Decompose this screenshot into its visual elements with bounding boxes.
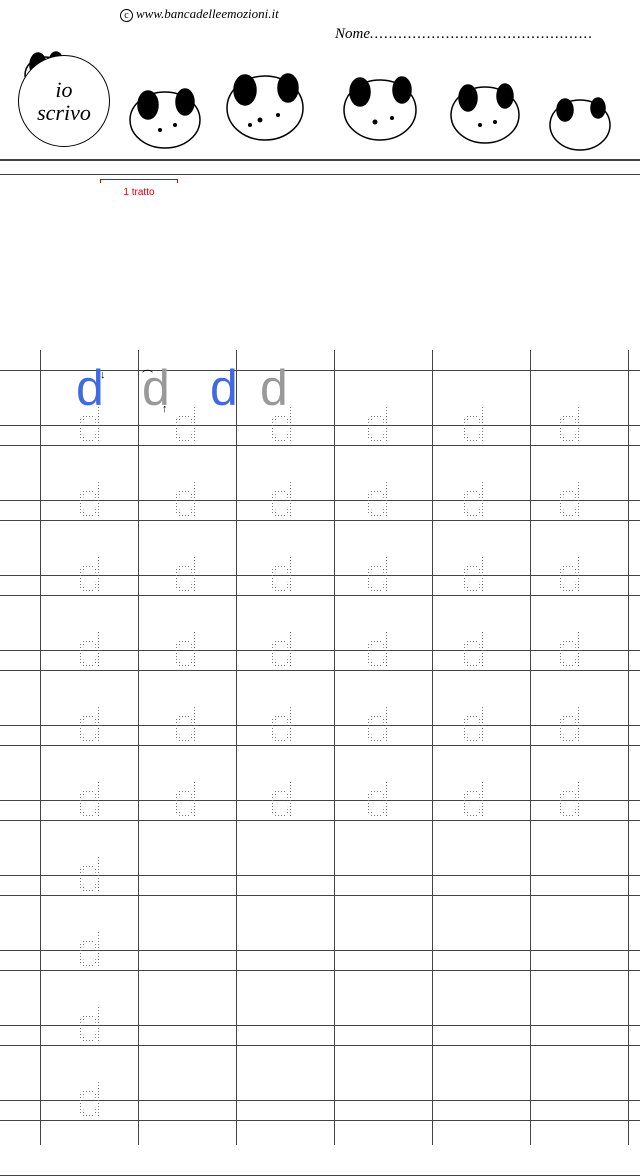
- letter-glyph: d: [76, 622, 104, 678]
- letter-glyph: d: [460, 472, 488, 528]
- practice-cell[interactable]: d: [268, 475, 296, 525]
- letter-glyph: d: [364, 397, 392, 453]
- grid-vline: [334, 350, 335, 1145]
- letter-glyph: d: [556, 472, 584, 528]
- practice-cell[interactable]: d: [172, 400, 200, 450]
- letter-glyph: d: [76, 1072, 104, 1128]
- grid-vline: [530, 350, 531, 1145]
- practice-cell[interactable]: d: [460, 625, 488, 675]
- practice-cell[interactable]: d: [364, 775, 392, 825]
- title-bubble: ioscrivo: [18, 55, 110, 147]
- letter-glyph: d: [556, 772, 584, 828]
- letter-glyph: d: [364, 772, 392, 828]
- letter-glyph: d: [172, 472, 200, 528]
- bubble-l1: io: [55, 77, 72, 102]
- practice-cell[interactable]: d: [460, 550, 488, 600]
- practice-cell[interactable]: d: [172, 700, 200, 750]
- letter-glyph: d: [364, 622, 392, 678]
- site-url: www.bancadelleemozioni.it: [136, 6, 279, 21]
- letter-glyph: d: [268, 697, 296, 753]
- grid-vline: [138, 350, 139, 1145]
- letter-glyph: d: [172, 772, 200, 828]
- letter-glyph: d: [76, 847, 104, 903]
- practice-cell[interactable]: d: [556, 700, 584, 750]
- letter-glyph: d: [364, 547, 392, 603]
- practice-cell[interactable]: d: [76, 1075, 104, 1125]
- practice-cell[interactable]: d: [76, 550, 104, 600]
- practice-cell[interactable]: d: [76, 925, 104, 975]
- letter-glyph: d: [556, 697, 584, 753]
- letter-glyph: d: [268, 772, 296, 828]
- letter-glyph: d: [460, 697, 488, 753]
- grid-vline: [236, 350, 237, 1145]
- practice-cell[interactable]: d: [76, 775, 104, 825]
- practice-cell[interactable]: d: [364, 400, 392, 450]
- stroke-label: 1 tratto: [100, 187, 178, 198]
- practice-cell[interactable]: d: [268, 625, 296, 675]
- letter-glyph: d: [76, 772, 104, 828]
- letter-glyph: d: [268, 622, 296, 678]
- practice-cell[interactable]: d: [76, 400, 104, 450]
- practice-cell[interactable]: d: [76, 1000, 104, 1050]
- letter-glyph: d: [76, 697, 104, 753]
- letter-glyph: d: [364, 472, 392, 528]
- worksheet-header: cwww.bancadelleemozioni.it Nome.........…: [0, 0, 640, 175]
- practice-cell[interactable]: d: [364, 475, 392, 525]
- practice-cell[interactable]: d: [460, 400, 488, 450]
- practice-cell[interactable]: d: [364, 550, 392, 600]
- practice-cell[interactable]: d: [172, 625, 200, 675]
- letter-glyph: d: [460, 397, 488, 453]
- letter-glyph: d: [268, 547, 296, 603]
- grid-vline: [40, 350, 41, 1145]
- letter-glyph: d: [76, 397, 104, 453]
- practice-cell[interactable]: d: [556, 775, 584, 825]
- practice-cell[interactable]: d: [556, 475, 584, 525]
- letter-glyph: d: [172, 547, 200, 603]
- letter-glyph: d: [172, 697, 200, 753]
- letter-glyph: d: [556, 622, 584, 678]
- copyright-line: cwww.bancadelleemozioni.it: [120, 6, 279, 22]
- letter-glyph: d: [556, 397, 584, 453]
- practice-cell[interactable]: d: [172, 475, 200, 525]
- letter-glyph: d: [268, 397, 296, 453]
- letter-glyph: d: [76, 547, 104, 603]
- practice-cell[interactable]: d: [556, 625, 584, 675]
- letter-glyph: d: [76, 997, 104, 1053]
- stroke-indicator: 1 tratto: [100, 176, 178, 198]
- practice-cell[interactable]: d: [76, 850, 104, 900]
- bubble-l2: scrivo: [37, 100, 91, 125]
- practice-cell[interactable]: d: [172, 775, 200, 825]
- practice-cell[interactable]: d: [268, 775, 296, 825]
- letter-glyph: d: [76, 472, 104, 528]
- letter-glyph: d: [460, 547, 488, 603]
- letter-glyph: d: [556, 547, 584, 603]
- letter-glyph: d: [460, 772, 488, 828]
- practice-cell[interactable]: d: [76, 475, 104, 525]
- letter-glyph: d: [460, 622, 488, 678]
- practice-cell[interactable]: d: [268, 550, 296, 600]
- practice-cell[interactable]: d: [556, 400, 584, 450]
- demo-letter: d: [210, 363, 238, 413]
- letter-glyph: d: [172, 397, 200, 453]
- practice-cell[interactable]: d: [364, 625, 392, 675]
- practice-cell[interactable]: d: [556, 550, 584, 600]
- letter-glyph: d: [268, 472, 296, 528]
- letter-glyph: d: [210, 360, 238, 416]
- practice-cell[interactable]: d: [364, 700, 392, 750]
- grid-vline: [432, 350, 433, 1145]
- practice-cell[interactable]: d: [460, 475, 488, 525]
- grid-vline: [628, 350, 629, 1145]
- practice-cell[interactable]: d: [172, 550, 200, 600]
- copyright-icon: c: [120, 9, 133, 22]
- stroke-arrows: ↓↑⌒: [100, 369, 106, 381]
- practice-cell[interactable]: d: [460, 700, 488, 750]
- practice-cell[interactable]: d: [76, 700, 104, 750]
- practice-cell[interactable]: d: [76, 625, 104, 675]
- practice-cell[interactable]: d: [268, 700, 296, 750]
- letter-glyph: d: [172, 622, 200, 678]
- practice-cell[interactable]: d: [460, 775, 488, 825]
- practice-cell[interactable]: d: [268, 400, 296, 450]
- letter-glyph: d: [364, 697, 392, 753]
